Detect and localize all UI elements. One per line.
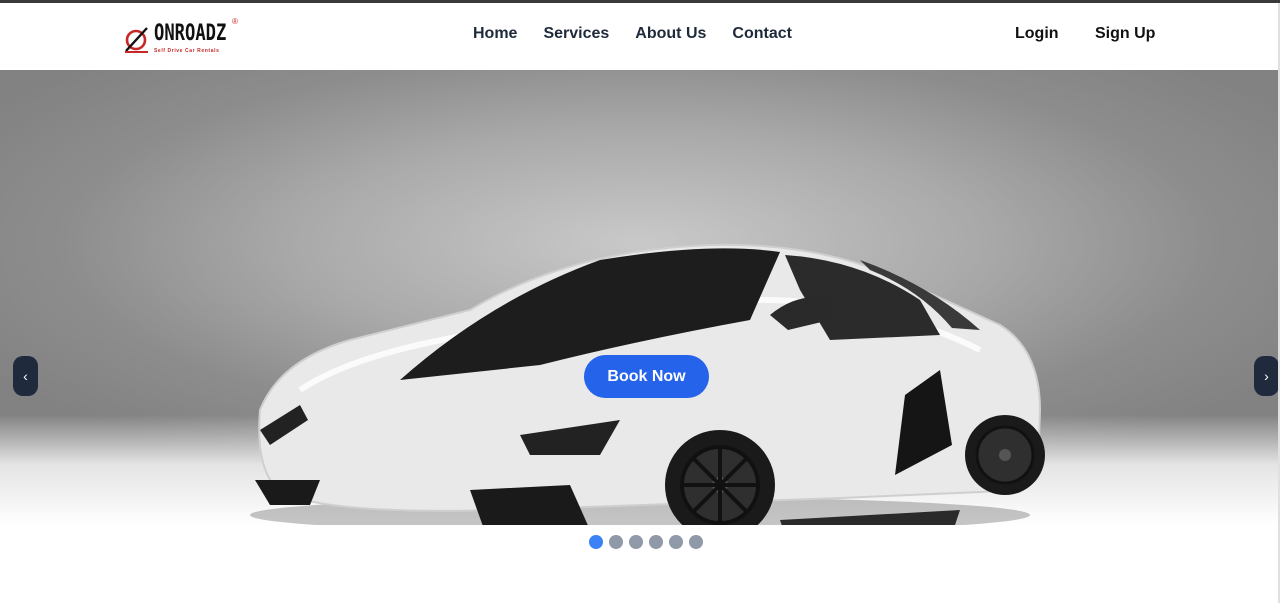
hero-carousel: ‹ › Book Now (0, 70, 1278, 525)
carousel-dot-4[interactable] (649, 535, 663, 549)
navbar: ONROADZ ® Self Drive Car Rentals Home Se… (0, 3, 1280, 70)
carousel-dot-1[interactable] (589, 535, 603, 549)
nav-contact[interactable]: Contact (732, 25, 792, 43)
page: ONROADZ ® Self Drive Car Rentals Home Se… (0, 0, 1280, 603)
carousel-prev-button[interactable]: ‹ (13, 356, 38, 396)
brand-name: ONROADZ (154, 21, 227, 46)
carousel-dot-2[interactable] (609, 535, 623, 549)
logo-mark-icon (125, 27, 148, 53)
carousel-next-button[interactable]: › (1254, 356, 1278, 396)
main-nav: Home Services About Us Contact (473, 25, 818, 43)
carousel-dot-6[interactable] (689, 535, 703, 549)
carousel-dot-3[interactable] (629, 535, 643, 549)
carousel-indicators (589, 535, 703, 549)
nav-about-us[interactable]: About Us (635, 25, 706, 43)
brand-tagline: Self Drive Car Rentals (154, 48, 220, 54)
brand-registered-mark: ® (232, 17, 238, 26)
book-now-button[interactable]: Book Now (584, 355, 709, 398)
nav-services[interactable]: Services (543, 25, 609, 43)
signup-link[interactable]: Sign Up (1095, 25, 1155, 43)
nav-home[interactable]: Home (473, 25, 517, 43)
brand-logo[interactable]: ONROADZ ® Self Drive Car Rentals (124, 17, 244, 61)
carousel-dot-5[interactable] (669, 535, 683, 549)
login-link[interactable]: Login (1015, 25, 1059, 43)
